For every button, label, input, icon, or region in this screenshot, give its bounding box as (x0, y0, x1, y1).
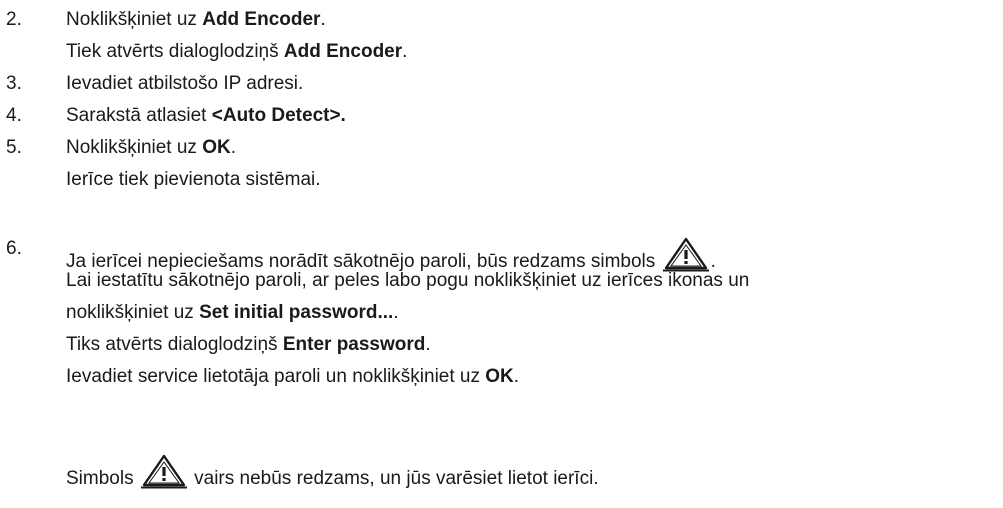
step-text-plain: Noklikšķiniet uz (66, 9, 203, 30)
step-text: Ja ierīcei nepieciešams norādīt sākotnēj… (66, 237, 716, 272)
step-sub-line: noklikšķiniet uz Set initial password...… (66, 301, 399, 324)
step-final-before: Simbols (66, 468, 139, 489)
step-text: Ievadiet atbilstošo IP adresi. (66, 72, 303, 95)
step-text-plain: Sarakstā atlasiet (66, 105, 212, 126)
step-text-bold: OK (202, 137, 231, 158)
warning-triangle-icon (661, 237, 711, 273)
step-number: 6. (6, 238, 22, 259)
step-sub-bold: Set initial password... (199, 302, 394, 323)
step-sub-plain: Tiks atvērts dialoglodziņš (66, 334, 283, 355)
step-text-bold: <Auto Detect>. (211, 105, 346, 126)
step-text: Noklikšķiniet uz Add Encoder. (66, 8, 326, 31)
step-result-tail: . (402, 41, 408, 62)
step-result-plain: Ierīce tiek pievienota sistēmai. (66, 169, 321, 190)
step-number: 5. (6, 137, 22, 158)
step-number: 2. (6, 9, 22, 30)
step-sub-plain: Lai iestatītu sākotnējo paroli, ar peles… (66, 270, 750, 291)
step-sub-line: Lai iestatītu sākotnējo paroli, ar peles… (66, 269, 749, 292)
step-number: 4. (6, 105, 22, 126)
step-sub-bold: OK (485, 366, 514, 387)
step-final-after: vairs nebūs redzams, un jūs varēsiet lie… (188, 468, 599, 489)
step-result-bold: Add Encoder (283, 41, 403, 62)
step-sub-tail: . (513, 366, 520, 387)
step-text-bold: Add Encoder (202, 9, 321, 30)
step-result-plain: Tiek atvērts dialoglodziņš (66, 41, 284, 62)
step-sub-plain: noklikšķiniet uz (66, 302, 200, 323)
step-text-plain: Ievadiet atbilstošo IP adresi. (66, 73, 304, 94)
warning-triangle-icon (139, 454, 189, 490)
step-sub-bold: Enter password (282, 334, 426, 355)
step-text-tail: . (320, 9, 326, 30)
step-text: Sarakstā atlasiet <Auto Detect>. (66, 104, 346, 127)
step-number: 3. (6, 73, 22, 94)
step-sub-tail: . (393, 302, 399, 323)
step-text: Noklikšķiniet uz OK. (66, 136, 236, 159)
step-text-tail: . (230, 137, 236, 158)
step-sub-line: Ievadiet service lietotāja paroli un nok… (66, 365, 519, 388)
step-sub-line: Tiks atvērts dialoglodziņš Enter passwor… (66, 333, 431, 356)
step-final: Simbols vairs nebūs redzams, un jūs varē… (66, 454, 599, 489)
step-text-plain: Noklikšķiniet uz (66, 137, 203, 158)
step-sub-plain: Ievadiet service lietotāja paroli un nok… (66, 366, 486, 387)
step-result: Tiek atvērts dialoglodziņš Add Encoder. (66, 40, 407, 63)
step-result: Ierīce tiek pievienota sistēmai. (66, 168, 321, 191)
step-sub-tail: . (425, 334, 431, 355)
